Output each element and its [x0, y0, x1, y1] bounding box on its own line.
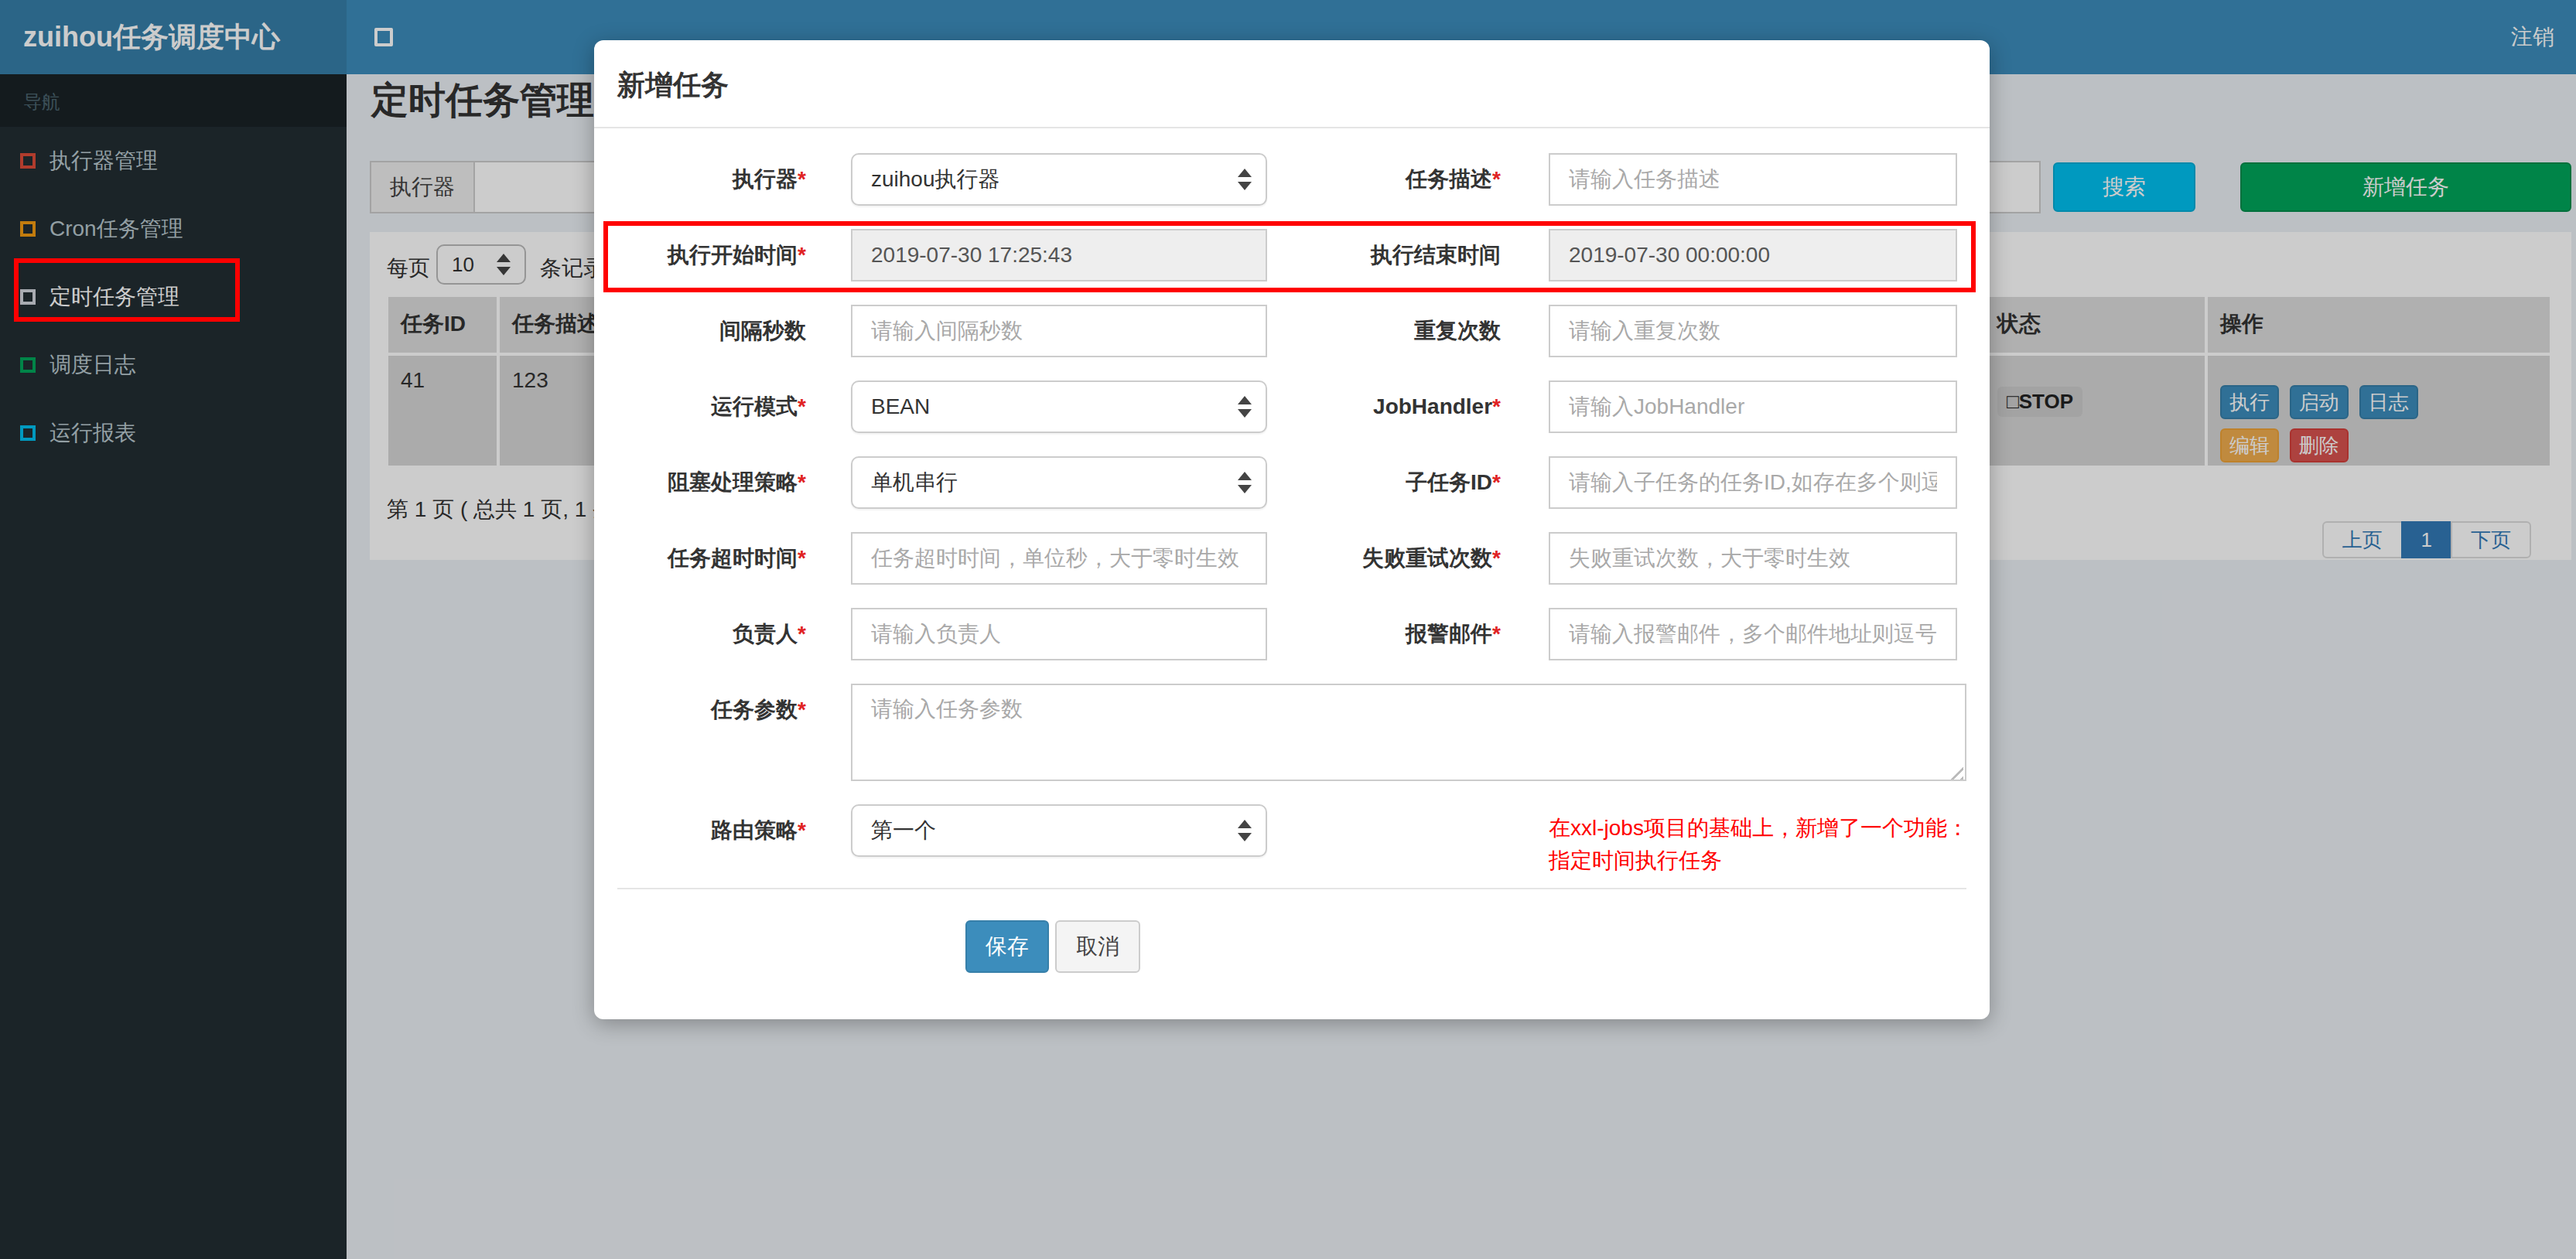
select-arrows-icon	[1238, 169, 1252, 190]
modal-footer-divider	[617, 888, 1966, 889]
repeat-input[interactable]	[1549, 305, 1957, 357]
route-strategy-select[interactable]: 第一个	[851, 804, 1267, 857]
select-arrows-icon	[1238, 396, 1252, 418]
field-label-block-strategy: 阻塞处理策略*	[594, 456, 806, 509]
task-param-textarea[interactable]	[851, 684, 1966, 781]
modal-header: 新增任务	[594, 40, 1990, 128]
jobhandler-input[interactable]	[1549, 380, 1957, 433]
executor-select[interactable]: zuihou执行器	[851, 153, 1267, 206]
field-label-child-task: 子任务ID*	[1275, 456, 1501, 509]
field-label-owner: 负责人*	[594, 608, 806, 660]
retry-input[interactable]	[1549, 532, 1957, 585]
field-label-task-param: 任务参数*	[594, 684, 806, 736]
interval-input[interactable]	[851, 305, 1267, 357]
timeout-input[interactable]	[851, 532, 1267, 585]
page: zuihou任务调度中心 注销 导航 执行器管理 Cron任务管理 定时任务管理…	[0, 0, 2576, 1259]
owner-input[interactable]	[851, 608, 1267, 660]
field-label-jobhandler: JobHandler*	[1275, 380, 1501, 433]
run-mode-select[interactable]: BEAN	[851, 380, 1267, 433]
field-label-repeat: 重复次数	[1275, 305, 1501, 357]
alarm-email-input[interactable]	[1549, 608, 1957, 660]
block-strategy-select[interactable]: 单机串行	[851, 456, 1267, 509]
select-arrows-icon	[1238, 472, 1252, 493]
cancel-button[interactable]: 取消	[1055, 920, 1140, 973]
field-label-run-mode: 运行模式*	[594, 380, 806, 433]
field-label-executor: 执行器*	[594, 153, 806, 206]
field-label-retry: 失败重试次数*	[1275, 532, 1501, 585]
annotation-rect-sidebar	[14, 258, 240, 322]
field-label-alarm-email: 报警邮件*	[1275, 608, 1501, 660]
field-label-task-desc: 任务描述*	[1275, 153, 1501, 206]
field-label-route-strategy: 路由策略*	[594, 804, 806, 857]
field-label-timeout: 任务超时时间*	[594, 532, 806, 585]
select-arrows-icon	[1238, 820, 1252, 841]
modal-title: 新增任务	[617, 67, 1966, 104]
add-task-modal: 新增任务 执行器* zuihou执行器 任务描述* 执行开始时间* 执行结束时间…	[594, 40, 1990, 1019]
annotation-rect-time-row	[603, 221, 1976, 292]
child-task-input[interactable]	[1549, 456, 1957, 509]
save-button[interactable]: 保存	[965, 920, 1049, 973]
task-desc-input[interactable]	[1549, 153, 1957, 206]
modal-note: 在xxl-jobs项目的基础上，新增了一个功能： 指定时间执行任务	[1549, 812, 1969, 877]
field-label-interval: 间隔秒数	[594, 305, 806, 357]
